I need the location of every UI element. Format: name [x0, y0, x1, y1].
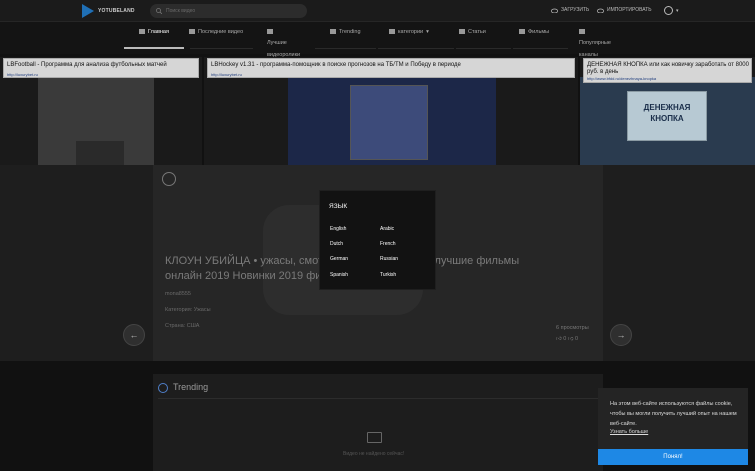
chevron-down-icon: ▾	[426, 29, 429, 35]
language-modal: ЯЗЫК English Arabic Dutch French German …	[319, 190, 436, 290]
accept-cookies-button[interactable]: Понял!	[598, 449, 748, 465]
chart-icon	[267, 29, 273, 34]
ad-title[interactable]: LBFootball - Программа для анализа футбо…	[7, 62, 167, 68]
nav-item-categories[interactable]: категории ▾	[389, 26, 429, 38]
language-option[interactable]: German	[330, 256, 348, 262]
channels-icon	[579, 29, 585, 34]
cloud-upload-icon	[551, 8, 558, 13]
nav-item-latest[interactable]: Последние видео	[189, 26, 243, 38]
empty-state-text: Видео не найдено сейчас!	[343, 451, 405, 457]
film-icon	[519, 29, 525, 34]
dislike-count: 0	[575, 336, 579, 342]
like-count: 0	[563, 336, 567, 342]
ad-header: LBFootball - Программа для анализа футбо…	[3, 58, 199, 78]
ad-image	[76, 141, 124, 165]
language-option[interactable]: French	[380, 241, 396, 247]
language-option[interactable]: English	[330, 226, 346, 232]
ad-url[interactable]: http://luxurybet.ru	[7, 72, 38, 77]
thumbs-down-icon[interactable]: 👎︎	[568, 336, 574, 342]
language-option[interactable]: Dutch	[330, 241, 343, 247]
likes-row: 👍︎ 0 👎︎ 0	[556, 336, 578, 342]
nav-divider	[315, 48, 376, 49]
ad-header: LBHockey v1.31 - программа-помощник в по…	[207, 58, 575, 78]
channel-name[interactable]: mona8555	[165, 291, 191, 297]
thumbs-up-icon[interactable]: 👍︎	[556, 336, 562, 342]
ad-banner-money-button[interactable]: ДЕНЕЖНАЯ КНОПКА ДЕНЕЖНАЯ КНОПКА или как …	[580, 57, 755, 165]
article-icon	[459, 29, 465, 34]
section-title[interactable]: Trending	[173, 382, 208, 392]
search-input[interactable]	[166, 8, 296, 14]
chevron-down-icon[interactable]: ▾	[676, 8, 679, 14]
nav-divider	[378, 48, 454, 49]
nav-item-label: Последние видео	[198, 29, 244, 35]
ad-title[interactable]: ДЕНЕЖНАЯ КНОПКА или как новичку заработа…	[587, 62, 752, 76]
badge-icon	[162, 172, 176, 186]
nav-divider	[513, 48, 568, 49]
tag-icon	[389, 29, 395, 34]
learn-more-link[interactable]: Узнать больше	[610, 429, 648, 435]
language-option[interactable]: Turkish	[380, 272, 396, 278]
ad-banner-football[interactable]: LBFootball - Программа для анализа футбо…	[0, 57, 202, 165]
logo-text: YOTUBELAND	[98, 8, 135, 14]
nav-divider	[456, 48, 511, 49]
user-avatar-icon[interactable]	[664, 6, 673, 15]
nav-divider	[190, 48, 253, 49]
language-option[interactable]: Russian	[380, 256, 398, 262]
nav-item-channels[interactable]: Популярные каналы	[579, 26, 629, 61]
ad-banner-hockey[interactable]: LBHockey v1.31 - программа-помощник в по…	[204, 57, 578, 165]
active-tab-indicator	[124, 47, 184, 49]
trending-icon	[330, 29, 336, 34]
trending-section: Trending Видео не найдено сейчас!	[153, 374, 603, 471]
main-nav: Главная Последние видео Лучшие видеороли…	[0, 22, 755, 58]
language-option[interactable]: Spanish	[330, 272, 348, 278]
no-video-icon	[367, 432, 382, 443]
ad-image: ДЕНЕЖНАЯ КНОПКА	[627, 91, 707, 141]
upload-label: ЗАГРУЗИТЬ	[561, 7, 590, 13]
home-icon	[139, 29, 145, 34]
video-icon	[189, 29, 195, 34]
cookie-banner: На этом веб-сайте используются файлы coo…	[598, 388, 748, 465]
search-box[interactable]	[150, 4, 307, 18]
nav-item-label: Trending	[339, 29, 361, 35]
ad-url[interactable]: http://www.bfdd.ru/denezhnaya-knopka	[587, 76, 656, 81]
nav-item-label: Главная	[148, 29, 169, 35]
language-modal-title: ЯЗЫК	[329, 203, 348, 210]
search-icon	[156, 8, 162, 14]
nav-item-label: категории	[398, 29, 424, 35]
trending-icon	[158, 383, 168, 393]
nav-item-label: Статьи	[468, 29, 486, 35]
upload-button[interactable]: ЗАГРУЗИТЬ	[551, 7, 589, 13]
ad-url[interactable]: http://luxurybet.ru	[211, 72, 242, 77]
section-divider	[158, 398, 598, 399]
nav-item-home[interactable]: Главная	[139, 26, 169, 38]
cookie-text: На этом веб-сайте используются файлы coo…	[610, 401, 737, 427]
video-country: Страна: США	[165, 323, 200, 329]
ad-header: ДЕНЕЖНАЯ КНОПКА или как новичку заработа…	[583, 58, 752, 83]
prev-arrow-icon[interactable]: ←	[123, 324, 145, 346]
cloud-download-icon	[597, 8, 604, 13]
logo-icon	[82, 4, 94, 18]
top-header: YOTUBELAND ЗАГРУЗИТЬ ИМПОРТИРОВАТЬ ▾	[0, 0, 755, 22]
next-arrow-icon[interactable]: →	[610, 324, 632, 346]
nav-item-label: Фильмы	[528, 29, 550, 35]
nav-item-top[interactable]: Лучшие видеоролики	[267, 26, 317, 61]
ad-image	[350, 85, 428, 160]
import-button[interactable]: ИМПОРТИРОВАТЬ	[597, 7, 652, 13]
nav-item-articles[interactable]: Статьи	[459, 26, 486, 38]
site-logo[interactable]: YOTUBELAND	[82, 4, 135, 18]
import-label: ИМПОРТИРОВАТЬ	[607, 7, 652, 13]
nav-item-trending[interactable]: Trending	[330, 26, 361, 38]
nav-item-films[interactable]: Фильмы	[519, 26, 549, 38]
video-category: Категория: Ужасы	[165, 307, 211, 313]
language-option[interactable]: Arabic	[380, 226, 394, 232]
view-count: 6 просмотры	[556, 325, 589, 331]
ad-image-text: ДЕНЕЖНАЯ КНОПКА	[643, 103, 691, 123]
ad-title[interactable]: LBHockey v1.31 - программа-помощник в по…	[211, 62, 461, 68]
